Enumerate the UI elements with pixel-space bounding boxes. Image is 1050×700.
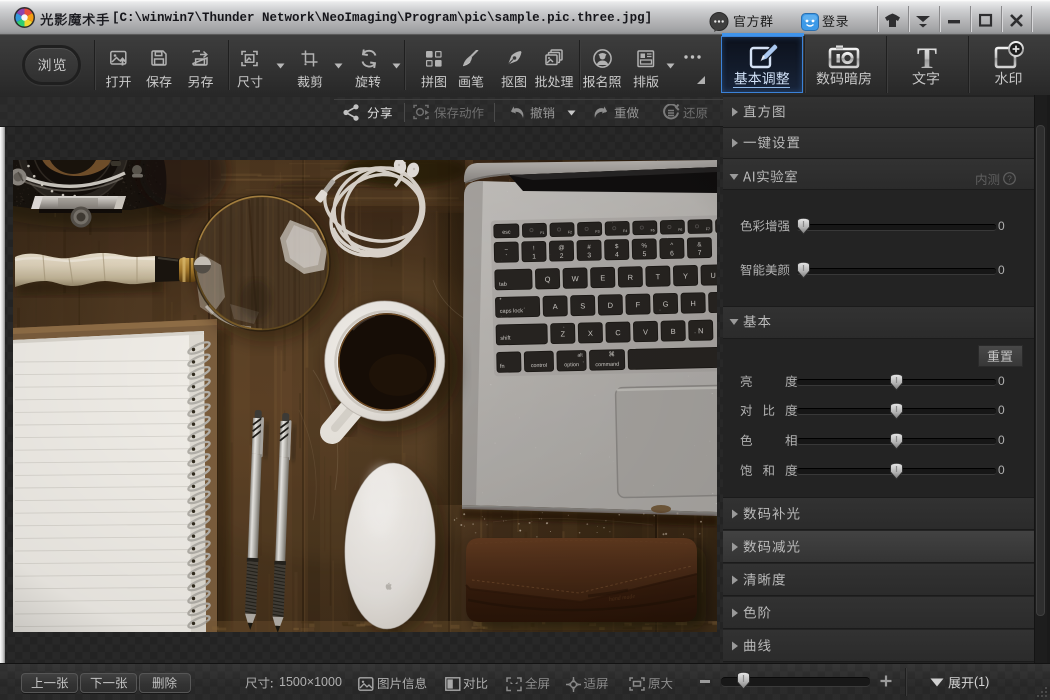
- svg-text:?: ?: [1007, 174, 1012, 184]
- svg-text:T: T: [917, 42, 937, 72]
